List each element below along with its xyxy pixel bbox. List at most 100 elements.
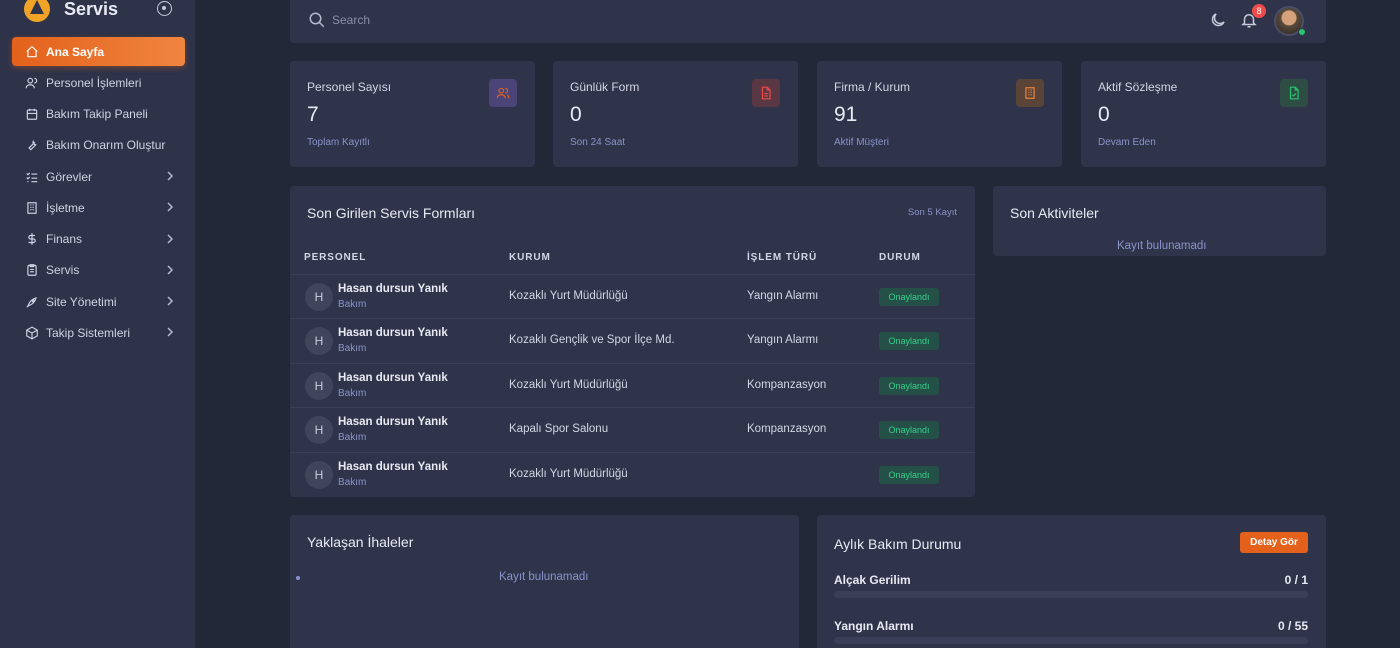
stat-value: 0 <box>570 103 582 126</box>
kurum-cell: Kozaklı Yurt Müdürlüğü <box>509 467 628 480</box>
personel-role: Bakım <box>338 432 367 444</box>
search-input[interactable] <box>332 11 632 29</box>
islem-turu-cell: Yangın Alarmı <box>747 290 819 302</box>
sidebar-item-ana-sayfa[interactable]: Ana Sayfa <box>12 37 185 66</box>
users-icon <box>24 75 40 91</box>
chevron-right-icon <box>167 233 174 244</box>
stat-value: 7 <box>307 103 319 126</box>
avatar: H <box>305 283 333 311</box>
islem-turu-cell: Yangın Alarmı <box>747 334 819 347</box>
stat-subtitle: Aktif Müşteri <box>834 137 890 148</box>
sidebar-item-gorevler[interactable]: Görevler <box>12 162 185 191</box>
rocket-icon <box>24 294 40 310</box>
chevron-right-icon <box>167 171 174 181</box>
file-check-icon <box>1280 79 1308 107</box>
avatar: H <box>305 327 333 356</box>
activities-card: Son Aktiviteler Kayıt bulunamadı <box>993 186 1326 256</box>
sidebar-item-personel[interactable]: Personel İşlemleri <box>12 68 185 97</box>
personel-name: Hasan dursun Yanık <box>338 460 448 473</box>
notification-badge: 8 <box>1252 4 1266 18</box>
sidebar-item-label: Görevler <box>46 169 93 184</box>
kurum-cell: Kozaklı Gençlik ve Spor İlçe Md. <box>509 334 675 347</box>
empty-state: Kayıt bulunamadı <box>1117 240 1207 252</box>
personel-name: Hasan dursun Yanık <box>338 283 448 295</box>
brand[interactable]: Servis <box>24 0 118 24</box>
stat-subtitle: Devam Eden <box>1098 137 1156 148</box>
avatar: H <box>305 460 333 489</box>
table-row[interactable]: H Hasan dursun Yanık Bakım Kozaklı Yurt … <box>290 453 975 497</box>
service-forms-card: Son Girilen Servis Formları Son 5 Kayıt … <box>290 186 975 497</box>
sidebar-item-bakim-takip[interactable]: Bakım Takip Paneli <box>12 100 185 129</box>
table-row[interactable]: H Hasan dursun Yanık Bakım Kozaklı Gençl… <box>290 319 975 364</box>
sidebar: Servis Ana Sayfa Personel İşlemleri Bakı… <box>0 0 196 648</box>
home-icon <box>24 44 40 60</box>
sidebar-item-label: Takip Sistemleri <box>46 325 131 340</box>
table-row[interactable]: H Hasan dursun Yanık Bakım Kozaklı Yurt … <box>290 275 975 320</box>
sidebar-item-site-yonetimi[interactable]: Site Yönetimi <box>12 287 185 316</box>
progress-bar <box>834 637 1308 644</box>
list-check-icon <box>24 169 40 185</box>
stat-card-firma: Firma / Kurum 91 Aktif Müşteri <box>817 61 1062 167</box>
personel-name: Hasan dursun Yanık <box>338 327 448 340</box>
chevron-right-icon <box>167 327 174 337</box>
sidebar-toggle-icon[interactable] <box>157 1 172 16</box>
box-icon <box>24 325 40 341</box>
sidebar-item-bakim-onarim[interactable]: Bakım Onarım Oluştur <box>12 131 185 160</box>
kurum-cell: Kozaklı Yurt Müdürlüğü <box>509 290 628 302</box>
moon-icon[interactable] <box>1209 11 1227 29</box>
users-icon <box>489 79 517 107</box>
status-badge: Onaylandı <box>879 421 939 440</box>
islem-turu-cell: Kompanzasyon <box>747 423 827 436</box>
empty-state: Kayıt bulunamadı <box>499 571 589 583</box>
table-row[interactable]: H Hasan dursun Yanık Bakım Kozaklı Yurt … <box>290 364 975 409</box>
progress-label: Alçak Gerilim <box>834 573 911 587</box>
stat-value: 91 <box>834 103 858 126</box>
column-header: İŞLEM TÜRÜ <box>747 252 818 263</box>
logo-icon <box>24 0 50 22</box>
personel-name: Hasan dursun Yanık <box>338 371 448 384</box>
search-icon <box>309 12 325 28</box>
sidebar-item-label: Bakım Takip Paneli <box>46 107 148 121</box>
sidebar-item-label: Site Yönetimi <box>46 294 117 309</box>
file-icon <box>752 79 780 107</box>
sidebar-item-label: Servis <box>46 263 80 278</box>
tenders-card: Yaklaşan İhaleler Kayıt bulunamadı <box>290 515 799 648</box>
brand-name: Servis <box>64 0 119 19</box>
sidebar-item-label: İşletme <box>46 200 85 215</box>
chevron-right-icon <box>167 296 174 306</box>
status-badge: Onaylandı <box>879 288 939 306</box>
status-badge: Onaylandı <box>879 332 939 351</box>
stat-subtitle: Toplam Kayıtlı <box>307 137 370 148</box>
sidebar-item-finans[interactable]: Finans <box>12 225 185 254</box>
stat-subtitle: Son 24 Saat <box>570 137 626 148</box>
details-button[interactable]: Detay Gör <box>1240 532 1308 553</box>
maintenance-card: Aylık Bakım Durumu Detay Gör Alçak Geril… <box>817 515 1326 648</box>
card-title: Yaklaşan İhaleler <box>307 534 414 550</box>
kurum-cell: Kozaklı Yurt Müdürlüğü <box>509 378 628 391</box>
sidebar-item-takip-sistemleri[interactable]: Takip Sistemleri <box>12 318 185 347</box>
stat-title: Günlük Form <box>570 80 640 94</box>
personel-role: Bakım <box>338 387 367 399</box>
calendar-icon <box>24 106 40 122</box>
table-row[interactable]: H Hasan dursun Yanık Bakım Kapalı Spor S… <box>290 408 975 453</box>
status-badge: Onaylandı <box>879 376 939 395</box>
record-count: Son 5 Kayıt <box>907 207 957 218</box>
building-icon <box>24 200 40 216</box>
islem-turu-cell: Kompanzasyon <box>747 378 827 391</box>
stat-card-sozlesme: Aktif Sözleşme 0 Devam Eden <box>1081 61 1326 167</box>
progress-value: 0 / 55 <box>1277 619 1308 633</box>
sidebar-item-label: Ana Sayfa <box>46 44 105 59</box>
card-title: Son Girilen Servis Formları <box>307 205 476 221</box>
sidebar-item-label: Finans <box>46 232 83 246</box>
progress-label: Yangın Alarmı <box>834 619 914 633</box>
stat-value: 0 <box>1098 103 1110 126</box>
clipboard-icon <box>24 262 40 278</box>
bullet-icon <box>296 576 300 580</box>
sidebar-item-servis[interactable]: Servis <box>12 256 185 285</box>
card-title: Son Aktiviteler <box>1010 205 1099 221</box>
sidebar-item-isletme[interactable]: İşletme <box>12 193 185 222</box>
online-status-icon <box>1298 28 1306 36</box>
personel-role: Bakım <box>338 299 367 310</box>
tool-icon <box>24 137 40 153</box>
stat-title: Firma / Kurum <box>834 80 911 94</box>
